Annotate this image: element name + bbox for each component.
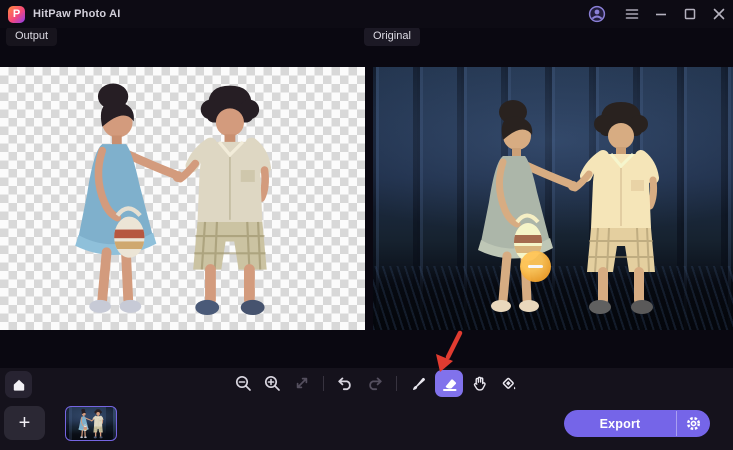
menu-icon[interactable] [617,0,646,28]
output-image-panel[interactable] [0,67,365,330]
output-label: Output [6,27,57,46]
hitpaw-logo-icon: P [8,6,25,23]
brush-tool-button[interactable] [406,370,431,396]
output-children-image [48,77,308,328]
eraser-tool-button[interactable] [435,370,463,397]
thumbnail-children-image [67,408,116,440]
footer-bar: + Export [0,368,733,450]
image-thumbnail[interactable] [65,406,117,441]
marker-dash [528,265,543,268]
orange-marker-icon [520,251,551,282]
undo-button[interactable] [333,370,358,396]
fit-screen-button[interactable] [289,370,314,396]
original-label: Original [364,27,420,46]
app-window: P HitPaw Photo AI [0,0,733,450]
redo-button[interactable] [362,370,387,396]
maximize-icon[interactable] [675,0,704,28]
gear-icon [685,415,702,432]
plus-icon: + [19,413,31,433]
export-label[interactable]: Export [564,410,676,437]
app-title: HitPaw Photo AI [33,8,121,20]
hand-tool-button[interactable] [467,370,492,396]
export-settings-button[interactable] [677,410,710,437]
original-children-image [453,94,693,326]
fill-tool-button[interactable] [496,370,521,396]
export-button[interactable]: Export [564,410,710,437]
zoom-in-button[interactable] [260,370,285,396]
minimize-icon[interactable] [646,0,675,28]
titlebar: P HitPaw Photo AI [0,0,733,28]
eraser-icon [439,373,459,393]
editor-toolbar [231,369,521,397]
toolbar-divider [323,376,324,391]
home-icon [11,377,27,393]
toolbar-divider [396,376,397,391]
zoom-out-button[interactable] [231,370,256,396]
account-icon[interactable] [582,0,611,28]
original-image-panel[interactable] [373,67,733,330]
add-image-button[interactable]: + [4,406,45,440]
home-button[interactable] [5,371,32,398]
close-icon[interactable] [704,0,733,28]
